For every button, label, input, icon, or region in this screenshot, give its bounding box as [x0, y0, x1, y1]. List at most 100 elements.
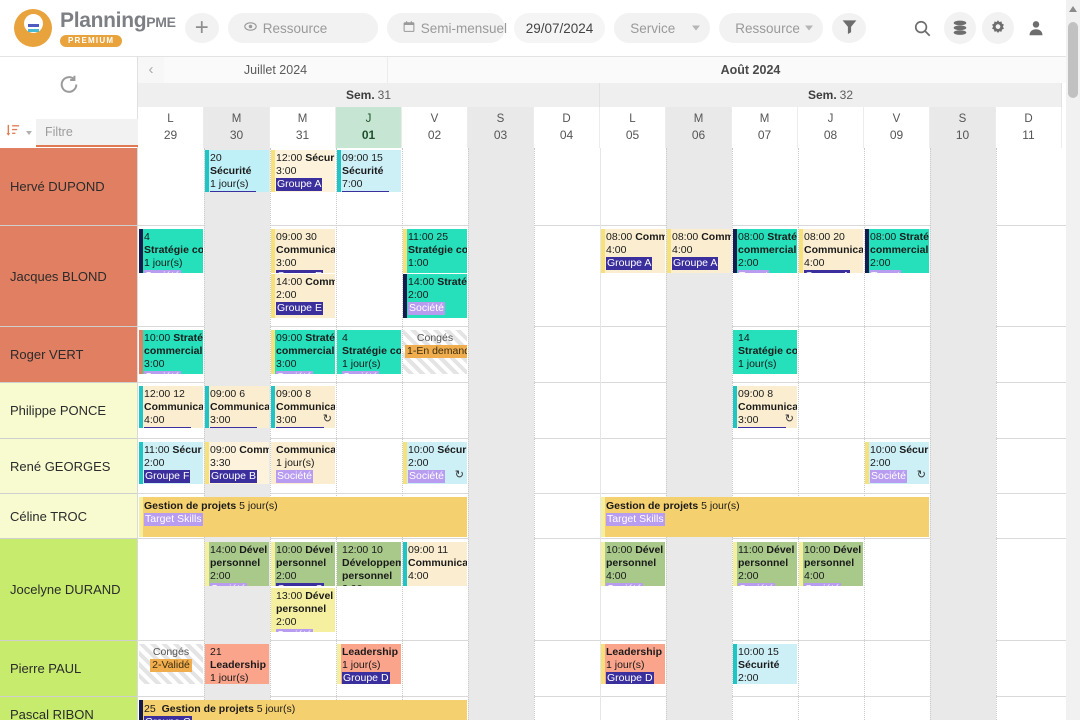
- event-block[interactable]: 21 Leadership1 jour(s)Groupe C: [205, 644, 269, 684]
- settings-button[interactable]: [982, 12, 1014, 44]
- recurrence-icon: ↻: [916, 469, 926, 481]
- resource-row-8[interactable]: Pascal RIBON: [0, 697, 137, 720]
- filter-button[interactable]: [832, 13, 867, 43]
- event-block[interactable]: 25 Gestion de projets 5 jour(s)Groupe C: [139, 700, 467, 720]
- event-block[interactable]: 20 Sécurité1 jour(s)Groupe ANom Soc: [205, 150, 269, 192]
- event-title: Communica: [276, 244, 335, 256]
- event-block[interactable]: 14 Stratégie commercial1 jour(s): [733, 330, 797, 374]
- resource-view-button[interactable]: Ressource: [227, 13, 378, 43]
- event-block[interactable]: 11:00 25 Stratégie commercial1:00: [403, 229, 467, 273]
- day-header-05[interactable]: L 05: [600, 107, 666, 148]
- event-block[interactable]: 14:00 Stratégie commercial2:00Société: [403, 274, 467, 318]
- event-block[interactable]: 4 Stratégie commercial1 jour(s)Société: [139, 229, 203, 273]
- resource-row-3[interactable]: Philippe PONCE: [0, 383, 137, 439]
- event-title: Stratégie commercial: [437, 276, 467, 288]
- resource-row-7[interactable]: Pierre PAUL: [0, 641, 137, 697]
- period-selector[interactable]: Semi-mensuel: [386, 13, 507, 43]
- scrollbar-thumb[interactable]: [1068, 22, 1078, 98]
- event-block[interactable]: 10:00 Dévelpersonnel4:00Société: [601, 542, 665, 586]
- event-block[interactable]: 08:00 20 Communica4:00Groupe A: [799, 229, 863, 273]
- day-header-03[interactable]: S 03: [468, 107, 534, 148]
- calendar-header: ‹ Juillet 2024 Août 2024 › Sem.31Sem.32 …: [0, 56, 1080, 148]
- resource-row-6[interactable]: Jocelyne DURAND: [0, 539, 137, 641]
- day-header-09[interactable]: V 09: [864, 107, 930, 148]
- event-block[interactable]: 09:00 8 Communica3:00Groupe D↻: [271, 386, 335, 428]
- event-block[interactable]: 11:00 Sécur 2:00 Groupe F: [139, 442, 203, 484]
- event-subtitle: commercial: [870, 244, 929, 256]
- event-time: 14:00: [408, 276, 438, 288]
- resource-row-2[interactable]: Roger VERT: [0, 327, 137, 383]
- event-block[interactable]: 09:00 Stratécommercial3:00Société: [271, 330, 335, 374]
- event-group-line: Target: [870, 270, 927, 273]
- event-group-line: Société: [144, 270, 201, 273]
- date-input[interactable]: 29/07/2024: [513, 13, 606, 43]
- resource-row-5[interactable]: Céline TROC: [0, 494, 137, 539]
- event-block[interactable]: 08:00 Stratécommercial2:00Target: [733, 229, 797, 273]
- event-block[interactable]: 4 Stratégie commercial1 jour(s)Société: [337, 330, 401, 374]
- filter-input[interactable]: Filtre: [36, 118, 138, 147]
- event-block[interactable]: 13:00 Dévelpersonnel2:00Société: [271, 588, 335, 632]
- event-block[interactable]: 14:00 Comm 2:00 Groupe E: [271, 274, 335, 318]
- event-block[interactable]: 08:00 Comm 4:00 Groupe A: [601, 229, 665, 273]
- event-block[interactable]: 14:00 Dévelpersonnel2:00Société: [205, 542, 269, 586]
- day-header-08[interactable]: J 08: [798, 107, 864, 148]
- resource-filter-select[interactable]: Ressource: [719, 13, 824, 43]
- service-filter-select[interactable]: Service: [614, 13, 711, 43]
- event-block[interactable]: 09:00 Comm 3:30 Groupe B: [205, 442, 269, 484]
- event-block[interactable]: 10:00 Sécur 2:00 Société ↻: [865, 442, 929, 484]
- day-header-04[interactable]: D 04: [534, 107, 600, 148]
- event-block[interactable]: Congés1-En demande: [403, 330, 467, 374]
- day-header-30[interactable]: M 30: [204, 107, 270, 148]
- user-profile-button[interactable]: [1020, 12, 1052, 44]
- day-header-06[interactable]: M 06: [666, 107, 732, 148]
- day-header-02[interactable]: V 02: [402, 107, 468, 148]
- day-header-01[interactable]: J 01: [336, 107, 402, 148]
- event-block[interactable]: Gestion de projets 5 jour(s) Target Skill…: [139, 497, 467, 537]
- event-block[interactable]: 10:00 Sécur 2:00 Société ↻: [403, 442, 467, 484]
- scroll-up-arrow-icon[interactable]: [1069, 6, 1077, 12]
- event-block[interactable]: Gestion de projets 5 jour(s) Target Skill…: [601, 497, 929, 537]
- event-block[interactable]: 10:00 15 Sécurité2:00Groupe E: [733, 644, 797, 684]
- chevron-down-icon[interactable]: [26, 130, 32, 135]
- refresh-button[interactable]: [57, 73, 80, 101]
- event-duration: 4:00: [672, 244, 693, 256]
- prev-period-button[interactable]: ‹: [138, 57, 164, 83]
- event-block[interactable]: 09:00 30 Communica3:00Groupe E: [271, 229, 335, 273]
- event-block[interactable]: 08:00 Stratécommercial2:00Target: [865, 229, 929, 273]
- event-block[interactable]: 09:00 11 Communica 4:00: [403, 542, 467, 586]
- day-number: 09: [889, 128, 904, 143]
- event-block[interactable]: 08:00 Comm 4:00 Groupe A: [667, 229, 731, 273]
- event-block[interactable]: Congés 2-Validé: [139, 644, 203, 684]
- event-group-chip: Target Skills: [144, 513, 203, 526]
- search-button[interactable]: [906, 12, 938, 44]
- event-block[interactable]: 11:00 Dévelpersonnel2:00Société: [733, 542, 797, 586]
- resource-row-0[interactable]: Hervé DUPOND: [0, 148, 137, 226]
- event-block[interactable]: 12:00 10 Développempersonnel2:00: [337, 542, 401, 586]
- day-header-29[interactable]: L 29: [138, 107, 204, 148]
- add-button[interactable]: +: [184, 13, 219, 43]
- event-block[interactable]: 09:00 6 Communica3:00Groupe E: [205, 386, 269, 428]
- event-block[interactable]: Leadership 1 jour(s)1 jour(s)Groupe D: [337, 644, 401, 684]
- event-block[interactable]: 10:00 Stratécommercial3:00Société: [139, 330, 203, 374]
- event-block[interactable]: Communica 1 jour(s)1 jour(s)Société: [271, 442, 335, 484]
- event-block[interactable]: 12:00 12 Communica4:00Groupe E: [139, 386, 203, 428]
- event-group-chip: Société: [276, 371, 314, 374]
- event-group-chip: Société: [144, 270, 182, 273]
- vertical-scrollbar[interactable]: [1066, 0, 1080, 720]
- event-block[interactable]: 10:00 Dévelpersonnel4:00Société: [799, 542, 863, 586]
- event-block[interactable]: 10:00 Dévelpersonnel2:00Groupe C: [271, 542, 335, 586]
- resource-row-1[interactable]: Jacques BLOND: [0, 226, 137, 327]
- event-block[interactable]: 09:00 8 Communica3:00Groupe D↻: [733, 386, 797, 428]
- day-header-31[interactable]: M 31: [270, 107, 336, 148]
- resource-row-4[interactable]: René GEORGES: [0, 439, 137, 494]
- sort-button[interactable]: [0, 123, 26, 143]
- event-block[interactable]: Leadership 1 jour(s)1 jour(s)Groupe D: [601, 644, 665, 684]
- calendar-body[interactable]: 20 Sécurité1 jour(s)Groupe ANom Soc 12:00…: [138, 148, 1080, 720]
- event-block[interactable]: 09:00 15 Sécurité7:00Groupe E: [337, 150, 401, 192]
- event-group-chip: Groupe F: [144, 470, 191, 483]
- day-header-07[interactable]: M 07: [732, 107, 798, 148]
- event-block[interactable]: 12:00 Sécurité3:00Groupe A: [271, 150, 335, 192]
- day-header-10[interactable]: S 10: [930, 107, 996, 148]
- database-button[interactable]: [944, 12, 976, 44]
- day-header-11[interactable]: D 11: [996, 107, 1062, 148]
